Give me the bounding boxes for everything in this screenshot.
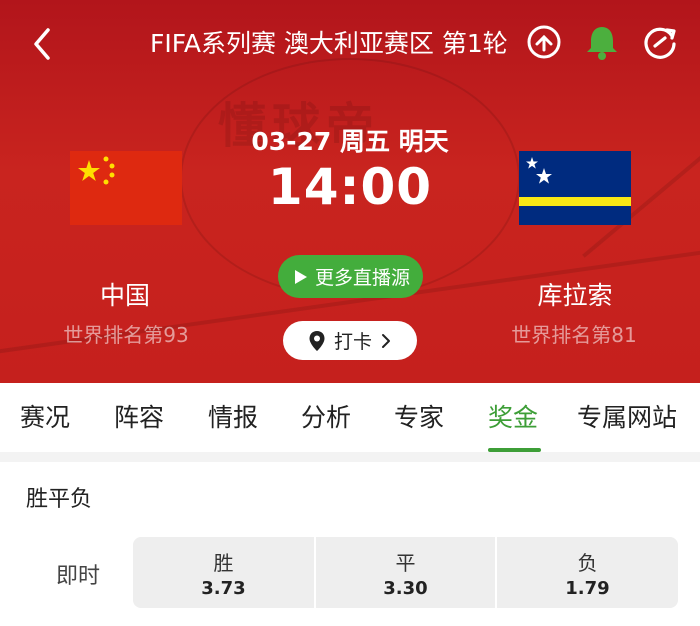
tab-lineup[interactable]: 阵容 xyxy=(114,383,164,452)
odds-value: 1.79 xyxy=(565,578,610,599)
match-date: 03-27 周五 明天 xyxy=(251,127,449,156)
checkin-button[interactable]: 打卡 xyxy=(283,321,417,360)
refresh-button[interactable] xyxy=(640,22,680,62)
checkin-label: 打卡 xyxy=(333,331,372,353)
curacao-flag-icon xyxy=(519,151,631,225)
share-icon xyxy=(527,25,561,59)
odds-section: 胜平负 即时 胜 3.73 平 3.30 负 1.79 xyxy=(0,462,700,626)
location-pin-icon xyxy=(309,330,325,351)
away-team-rank: 世界排名第81 xyxy=(511,323,637,347)
home-team-rank: 世界排名第93 xyxy=(63,323,189,347)
chevron-right-icon xyxy=(382,333,390,348)
tab-bar: 赛况 阵容 情报 分析 专家 奖金 专属网站 xyxy=(0,383,700,452)
active-tab-indicator xyxy=(488,448,541,452)
match-header: 懂球帝 FIFA系列赛 澳大利亚赛区 第1轮 03-27 周五 明天 14:00… xyxy=(0,0,700,383)
tab-prize[interactable]: 奖金 xyxy=(488,383,538,452)
match-title: FIFA系列赛 澳大利亚赛区 第1轮 xyxy=(150,29,508,58)
tab-experts[interactable]: 专家 xyxy=(394,383,444,452)
section-title: 胜平负 xyxy=(26,487,93,512)
live-button-label: 更多直播源 xyxy=(314,267,410,289)
odds-cell-loss[interactable]: 负 1.79 xyxy=(495,537,678,608)
back-icon xyxy=(34,28,50,60)
odds-value: 3.73 xyxy=(201,578,246,599)
notify-button[interactable] xyxy=(582,22,622,62)
share-button[interactable] xyxy=(524,22,564,62)
more-live-sources-button[interactable]: 更多直播源 xyxy=(278,255,423,298)
match-time: 14:00 xyxy=(267,158,433,216)
odds-label: 负 xyxy=(577,551,598,575)
bell-icon xyxy=(587,27,617,60)
odds-label: 平 xyxy=(395,551,416,575)
odds-row-label: 即时 xyxy=(56,564,101,589)
odds-cell-draw[interactable]: 平 3.30 xyxy=(314,537,495,608)
away-team-name[interactable]: 库拉索 xyxy=(475,276,675,312)
back-button[interactable] xyxy=(26,24,60,64)
odds-cell-win[interactable]: 胜 3.73 xyxy=(133,537,314,608)
tab-exclusive-site[interactable]: 专属网站 xyxy=(577,383,677,452)
home-team-name[interactable]: 中国 xyxy=(25,276,225,312)
tab-intel[interactable]: 情报 xyxy=(208,383,258,452)
tab-analysis[interactable]: 分析 xyxy=(301,383,351,452)
china-flag-icon xyxy=(70,151,182,225)
top-bar: FIFA系列赛 澳大利亚赛区 第1轮 xyxy=(0,0,700,88)
odds-value: 3.30 xyxy=(383,578,428,599)
odds-label: 胜 xyxy=(213,551,234,575)
tab-match-status[interactable]: 赛况 xyxy=(20,383,70,452)
refresh-icon xyxy=(644,27,676,59)
odds-box: 胜 3.73 平 3.30 负 1.79 xyxy=(133,537,678,608)
play-icon xyxy=(294,269,307,284)
